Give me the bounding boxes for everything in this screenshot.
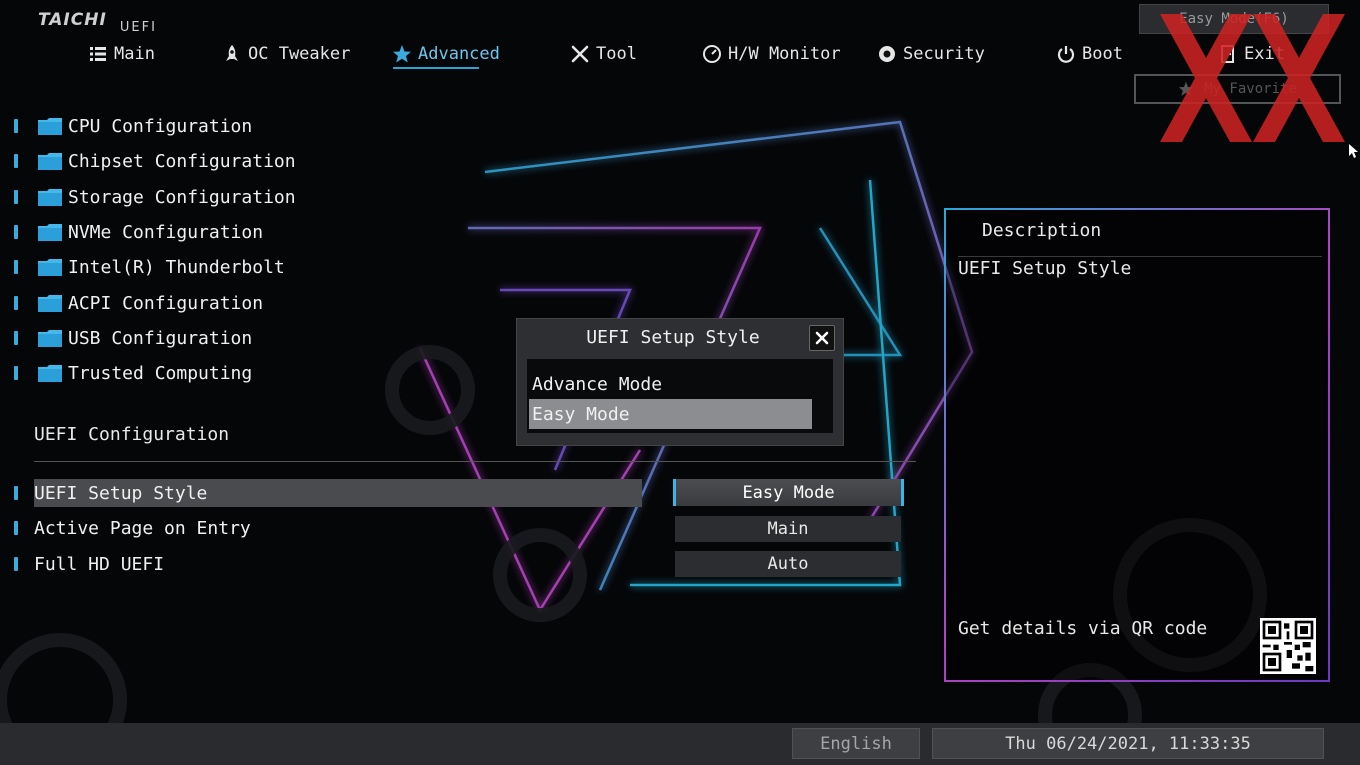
menu-item-intel-thunderbolt[interactable]: Intel(R) Thunderbolt (14, 252, 285, 282)
bullet-marker (14, 260, 18, 274)
description-text: UEFI Setup Style (958, 258, 1132, 279)
folder-icon (38, 259, 62, 276)
folder-icon (38, 189, 62, 206)
tab-hw-monitor-label: H/W Monitor (728, 44, 841, 64)
menu-item-label: USB Configuration (68, 327, 253, 349)
bullet-marker (14, 331, 18, 345)
bullet-marker (14, 225, 18, 239)
xx-watermark-icon (1160, 14, 1345, 142)
menu-item-storage-configuration[interactable]: Storage Configuration (14, 182, 296, 212)
tab-advanced[interactable]: Advanced (392, 42, 500, 66)
tab-security-label: Security (903, 44, 985, 64)
tab-tool-label: Tool (596, 44, 637, 64)
folder-icon (38, 153, 62, 170)
star-icon (393, 45, 411, 63)
menu-item-acpi-configuration[interactable]: ACPI Configuration (14, 288, 263, 318)
setting-active-page-on-entry[interactable]: Active Page on Entry (14, 514, 251, 542)
setting-uefi-setup-style[interactable]: UEFI Setup Style (14, 479, 207, 507)
bullet-marker (14, 521, 18, 535)
tab-oc-tweaker[interactable]: OC Tweaker (222, 42, 350, 66)
tab-boot[interactable]: Boot (1056, 42, 1123, 66)
tab-main-label: Main (114, 44, 155, 64)
taichi-logo: TAICHI UEFI (38, 10, 157, 35)
shield-gear-icon (879, 46, 895, 62)
section-title: UEFI Configuration (34, 424, 230, 445)
bullet-marker (14, 190, 18, 204)
folder-icon (38, 330, 62, 347)
tab-oc-tweaker-label: OC Tweaker (248, 44, 351, 64)
bullet-marker (14, 154, 18, 168)
tab-main[interactable]: Main (88, 42, 155, 66)
description-header: Description (982, 220, 1102, 241)
tab-tool[interactable]: Tool (570, 42, 637, 66)
menu-item-trusted-computing[interactable]: Trusted Computing (14, 358, 252, 388)
description-panel: Description UEFI Setup Style Get details… (944, 208, 1330, 682)
menu-item-label: Trusted Computing (68, 362, 253, 384)
folder-icon (38, 365, 62, 382)
qr-hint-text: Get details via QR code (958, 618, 1208, 639)
active-tab-underline (393, 67, 479, 69)
tab-security[interactable]: Security (877, 42, 985, 66)
menu-item-label: ACPI Configuration (68, 292, 264, 314)
monitor-icon (703, 45, 721, 63)
section-divider (34, 461, 916, 462)
setting-label: Active Page on Entry (34, 517, 251, 539)
setting-full-hd-uefi[interactable]: Full HD UEFI (14, 550, 164, 578)
bullet-marker (14, 296, 18, 310)
option-easy-mode[interactable]: Easy Mode (529, 399, 812, 429)
datetime-display[interactable]: Thu 06/24/2021, 11:33:35 (932, 728, 1324, 759)
tab-boot-label: Boot (1082, 44, 1123, 64)
power-icon (1057, 46, 1075, 63)
tab-hw-monitor[interactable]: H/W Monitor (702, 42, 841, 66)
folder-icon (38, 118, 62, 135)
setting-label: UEFI Setup Style (34, 482, 208, 504)
description-divider (958, 256, 1322, 257)
menu-item-chipset-configuration[interactable]: Chipset Configuration (14, 146, 296, 176)
folder-icon (38, 224, 62, 241)
list-icon (90, 47, 106, 61)
menu-item-usb-configuration[interactable]: USB Configuration (14, 323, 252, 353)
close-button[interactable] (809, 325, 835, 351)
rocket-icon (226, 45, 238, 61)
menu-item-cpu-configuration[interactable]: CPU Configuration (14, 111, 252, 141)
bullet-marker (14, 557, 18, 571)
bullet-marker (14, 366, 18, 380)
option-advance-mode[interactable]: Advance Mode (529, 369, 812, 399)
menu-item-label: Intel(R) Thunderbolt (68, 256, 285, 278)
menu-item-label: Chipset Configuration (68, 150, 296, 172)
close-icon (815, 331, 829, 345)
full-hd-uefi-value[interactable]: Auto (675, 551, 901, 577)
qr-code-icon (1260, 618, 1316, 674)
tools-icon (571, 45, 589, 63)
uefi-setup-style-dialog: UEFI Setup Style Advance Mode Easy Mode (516, 318, 844, 446)
active-page-on-entry-value[interactable]: Main (675, 516, 901, 542)
setting-label: Full HD UEFI (34, 553, 165, 575)
folder-icon (38, 295, 62, 312)
logo-suffix: UEFI (119, 20, 157, 35)
bullet-marker (14, 486, 18, 500)
language-button[interactable]: English (792, 728, 920, 759)
logo-brand: TAICHI (38, 10, 107, 30)
mouse-cursor-icon (1349, 144, 1358, 158)
menu-item-nvme-configuration[interactable]: NVMe Configuration (14, 217, 263, 247)
uefi-setup-style-value[interactable]: Easy Mode (673, 479, 904, 506)
tab-advanced-label: Advanced (418, 44, 500, 64)
menu-item-label: NVMe Configuration (68, 221, 264, 243)
menu-item-label: CPU Configuration (68, 115, 253, 137)
bullet-marker (14, 119, 18, 133)
menu-item-label: Storage Configuration (68, 186, 296, 208)
dialog-title: UEFI Setup Style (586, 327, 760, 348)
